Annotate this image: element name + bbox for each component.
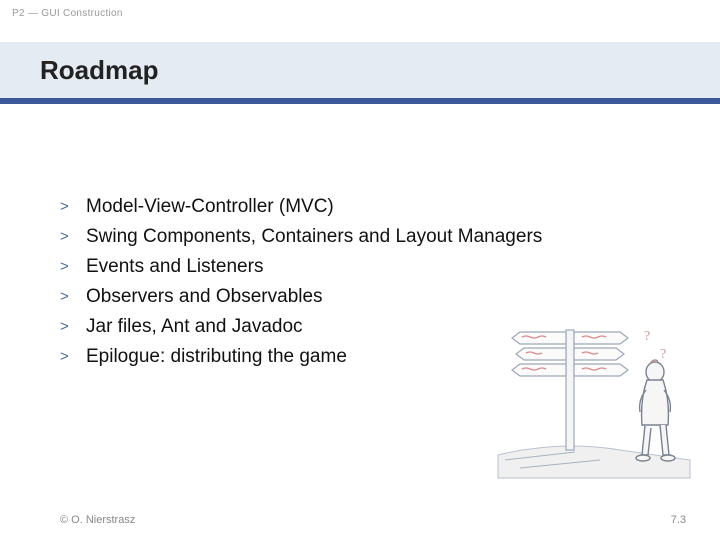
bullet-text: Swing Components, Containers and Layout …	[86, 225, 542, 249]
bullet-icon: >	[60, 195, 86, 219]
footer-page-number: 7.3	[671, 514, 686, 526]
svg-text:?: ?	[644, 329, 650, 344]
list-item: > Swing Components, Containers and Layou…	[60, 225, 690, 249]
bullet-icon: >	[60, 255, 86, 279]
bullet-icon: >	[60, 315, 86, 339]
bullet-icon: >	[60, 285, 86, 309]
bullet-icon: >	[60, 345, 86, 369]
title-band: Roadmap	[0, 42, 720, 104]
breadcrumb: P2 — GUI Construction	[12, 8, 123, 19]
bullet-icon: >	[60, 225, 86, 249]
bullet-text: Model-View-Controller (MVC)	[86, 195, 334, 219]
page-title: Roadmap	[40, 55, 158, 86]
bullet-text: Epilogue: distributing the game	[86, 345, 347, 369]
signpost-illustration: ? ?	[490, 300, 700, 480]
list-item: > Events and Listeners	[60, 255, 690, 279]
svg-text:?: ?	[660, 347, 666, 362]
bullet-text: Events and Listeners	[86, 255, 263, 279]
bullet-text: Observers and Observables	[86, 285, 323, 309]
bullet-text: Jar files, Ant and Javadoc	[86, 315, 303, 339]
list-item: > Model-View-Controller (MVC)	[60, 195, 690, 219]
footer-copyright: © O. Nierstrasz	[60, 514, 135, 526]
